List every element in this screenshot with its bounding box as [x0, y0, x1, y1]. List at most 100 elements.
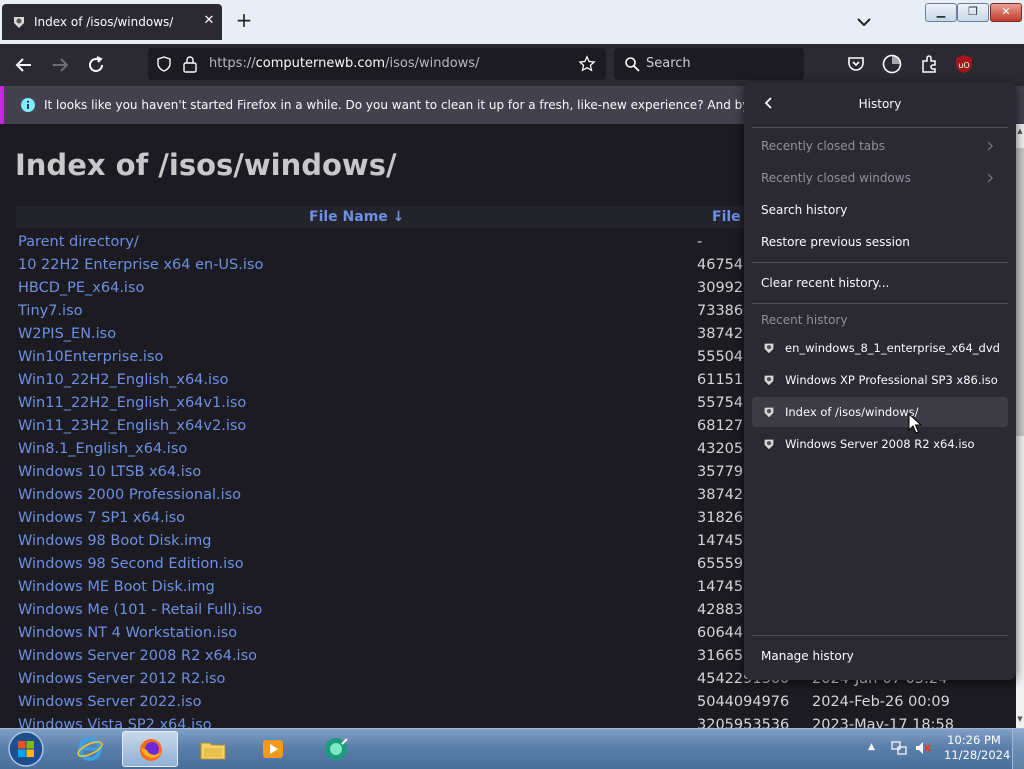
- search-bar[interactable]: Search: [614, 48, 804, 80]
- restore-previous-session-item[interactable]: Restore previous session: [752, 227, 1008, 257]
- column-header-file-name[interactable]: File Name ↓: [309, 207, 404, 227]
- file-name-link[interactable]: Win11_23H2_English_x64v2.iso: [18, 416, 246, 436]
- recent-history-entry-label: Windows Server 2008 R2 x64.iso: [785, 437, 975, 451]
- recently-closed-tabs-label: Recently closed tabs: [761, 139, 885, 153]
- file-name-link[interactable]: Windows NT 4 Workstation.iso: [18, 623, 237, 643]
- scrollbar-thumb[interactable]: [1016, 148, 1024, 436]
- file-name-link[interactable]: Windows 2000 Professional.iso: [18, 485, 241, 505]
- scroll-up-arrow-icon[interactable]: ▲: [1016, 126, 1024, 136]
- file-name-link[interactable]: Windows 98 Second Edition.iso: [18, 554, 244, 574]
- file-name-link[interactable]: Windows ME Boot Disk.img: [18, 577, 215, 597]
- ublock-icon[interactable]: uO: [953, 53, 975, 75]
- chevron-right-icon: [987, 141, 994, 151]
- file-name-link[interactable]: Windows 98 Boot Disk.img: [18, 531, 212, 551]
- lock-icon[interactable]: [182, 55, 198, 73]
- taskbar-teams[interactable]: [308, 731, 364, 767]
- file-name-link[interactable]: Windows Server 2012 R2.iso: [18, 669, 225, 689]
- file-name-link[interactable]: HBCD_PE_x64.iso: [18, 278, 144, 298]
- page-title: Index of /isos/windows/: [15, 148, 397, 182]
- account-icon[interactable]: [881, 53, 903, 75]
- file-name-link[interactable]: Win8.1_English_x64.iso: [18, 439, 187, 459]
- recent-history-entry[interactable]: en_windows_8_1_enterprise_x64_dvd_2...: [752, 333, 1008, 363]
- file-name-link[interactable]: Win11_22H2_English_x64v1.iso: [18, 393, 246, 413]
- file-name-link[interactable]: Windows Me (101 - Retail Full).iso: [18, 600, 262, 620]
- list-all-tabs-icon[interactable]: [854, 12, 874, 32]
- restore-previous-session-label: Restore previous session: [761, 235, 910, 249]
- mouse-cursor-icon: [908, 413, 922, 434]
- file-name-link[interactable]: Windows Server 2008 R2 x64.iso: [18, 646, 257, 666]
- recent-history-entry-label: en_windows_8_1_enterprise_x64_dvd_2...: [785, 341, 1000, 355]
- page-scrollbar[interactable]: ▲ ▼: [1016, 124, 1024, 728]
- forward-arrow-icon[interactable]: [48, 53, 72, 77]
- clear-recent-history-label: Clear recent history...: [761, 276, 890, 290]
- taskbar-internet-explorer[interactable]: [62, 731, 118, 767]
- window-minimize-button[interactable]: ▁: [925, 3, 957, 22]
- tab-strip: Index of /isos/windows/ ✕ + ▁ ❐ ✕: [0, 0, 1024, 44]
- file-name-link[interactable]: Tiny7.iso: [18, 301, 83, 321]
- column-header-file-size[interactable]: File: [712, 207, 741, 227]
- site-favicon-icon: [764, 439, 774, 450]
- svg-text:uO: uO: [958, 61, 969, 70]
- file-name-link[interactable]: 10 22H2 Enterprise x64 en-US.iso: [18, 255, 263, 275]
- show-desktop-button[interactable]: [1012, 729, 1024, 769]
- reload-icon[interactable]: [84, 53, 108, 77]
- recent-history-entry[interactable]: Windows XP Professional SP3 x86.iso: [752, 365, 1008, 395]
- recent-history-entry[interactable]: Windows Server 2008 R2 x64.iso: [752, 429, 1008, 459]
- chevron-right-icon: [987, 173, 994, 183]
- recently-closed-tabs-item[interactable]: Recently closed tabs: [752, 131, 1008, 161]
- taskbar-firefox[interactable]: [122, 731, 178, 767]
- show-hidden-icons-icon[interactable]: ▲: [868, 741, 880, 753]
- start-orb-icon[interactable]: [6, 730, 46, 768]
- star-icon[interactable]: [578, 55, 596, 73]
- window-close-button[interactable]: ✕: [990, 3, 1022, 22]
- file-name-link[interactable]: Windows Vista SP2 x64.iso: [18, 715, 212, 728]
- recent-history-entry[interactable]: Index of /isos/windows/: [752, 397, 1008, 427]
- search-placeholder: Search: [646, 56, 691, 71]
- ie-icon: [77, 737, 103, 761]
- taskbar: ▲ 10:26 PM 11/28/2024: [0, 728, 1024, 769]
- divider: [752, 262, 1008, 263]
- url-text[interactable]: https://computernewb.com/isos/windows/: [209, 56, 479, 72]
- scroll-down-arrow-icon[interactable]: ▼: [1016, 714, 1024, 724]
- restore-icon: ❐: [968, 5, 978, 18]
- tab-title: Index of /isos/windows/: [34, 15, 174, 29]
- table-row: Windows Vista SP2 x64.iso 3205953536 2023-…: [0, 715, 1016, 728]
- file-size: 5044094976: [697, 694, 790, 710]
- tab-active[interactable]: Index of /isos/windows/ ✕: [2, 4, 222, 40]
- file-name-link[interactable]: Windows Server 2022.iso: [18, 692, 201, 712]
- file-name-link[interactable]: Windows 10 LTSB x64.iso: [18, 462, 201, 482]
- teams-icon: [325, 738, 348, 760]
- manage-history-item[interactable]: Manage history: [752, 641, 1008, 671]
- search-icon: [625, 57, 640, 72]
- clock-date[interactable]: 11/28/2024: [944, 748, 1010, 763]
- recent-history-entry-label: Windows XP Professional SP3 x86.iso: [785, 373, 998, 387]
- new-tab-button[interactable]: +: [234, 10, 254, 31]
- explorer-icon: [200, 742, 226, 760]
- file-name-link[interactable]: Parent directory/: [18, 232, 139, 252]
- file-name-link[interactable]: Win10Enterprise.iso: [18, 347, 163, 367]
- file-name-link[interactable]: Win10_22H2_English_x64.iso: [18, 370, 228, 390]
- pocket-icon[interactable]: [845, 53, 867, 75]
- site-favicon-icon: [764, 343, 774, 354]
- taskbar-media-player[interactable]: [245, 731, 301, 767]
- volume-muted-icon[interactable]: [914, 739, 932, 757]
- clear-recent-history-item[interactable]: Clear recent history...: [752, 268, 1008, 298]
- window-restore-button[interactable]: ❐: [957, 3, 989, 22]
- manage-history-label: Manage history: [761, 649, 854, 663]
- tracking-protection-shield-icon[interactable]: [156, 56, 172, 72]
- extensions-icon[interactable]: [918, 53, 940, 75]
- tab-close-button[interactable]: ✕: [200, 12, 218, 30]
- url-bar[interactable]: https://computernewb.com/isos/windows/: [148, 48, 606, 80]
- file-name-link[interactable]: W2PIS_EN.iso: [18, 324, 116, 344]
- history-panel: History Recently closed tabs Recently cl…: [744, 82, 1016, 680]
- site-favicon-icon: [764, 375, 774, 386]
- taskbar-file-explorer[interactable]: [185, 731, 241, 767]
- clock-time[interactable]: 10:26 PM: [944, 733, 1004, 748]
- recent-history-entry-label: Index of /isos/windows/: [785, 405, 919, 419]
- notification-text: It looks like you haven't started Firefo…: [44, 98, 855, 112]
- network-icon[interactable]: [890, 739, 908, 757]
- search-history-item[interactable]: Search history: [752, 195, 1008, 225]
- back-arrow-icon[interactable]: [12, 53, 36, 77]
- recently-closed-windows-item[interactable]: Recently closed windows: [752, 163, 1008, 193]
- file-name-link[interactable]: Windows 7 SP1 x64.iso: [18, 508, 185, 528]
